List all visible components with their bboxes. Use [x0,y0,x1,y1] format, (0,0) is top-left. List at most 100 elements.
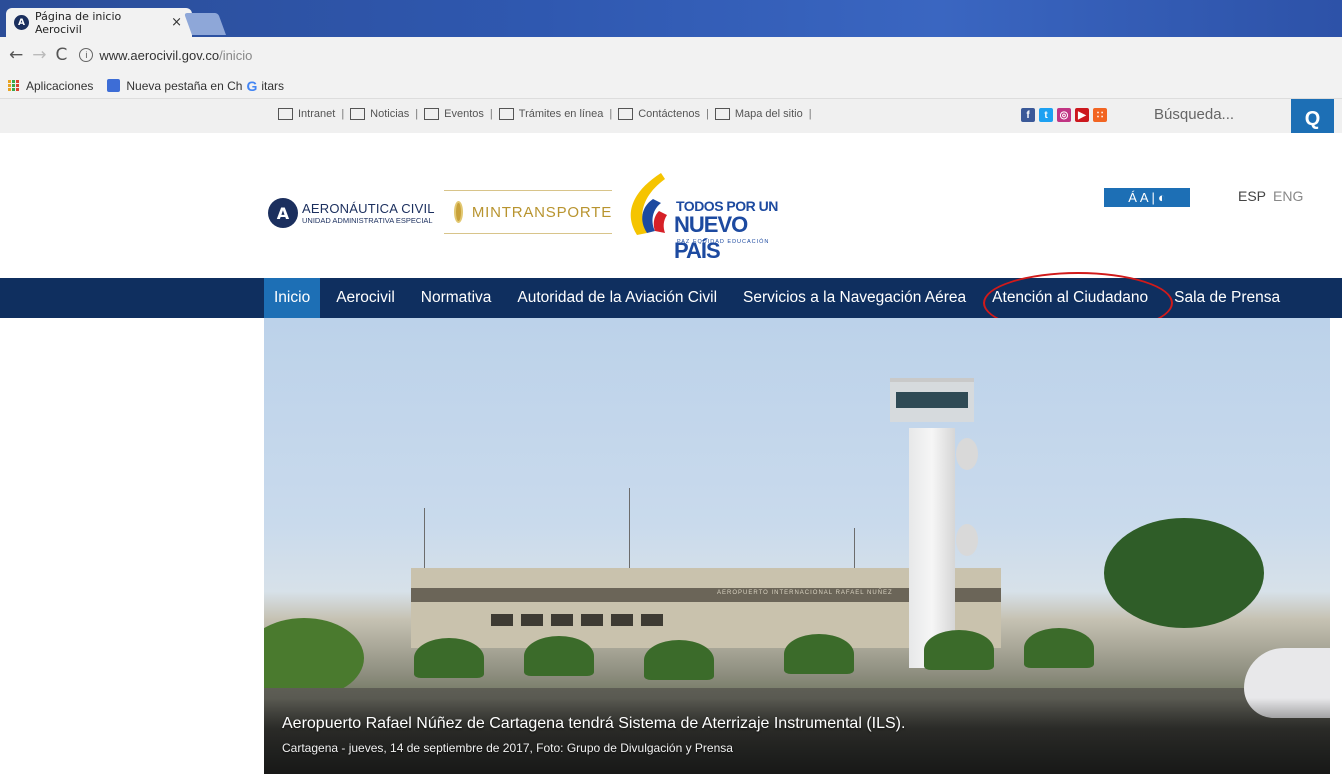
aerocivil-favicon-icon: A [14,15,29,30]
separator: | [808,108,812,120]
aerocivil-logo-title: AERONÁUTICA CIVIL [302,201,435,216]
separator: | [489,108,493,120]
search-input[interactable]: Búsqueda... [1150,99,1291,133]
aerocivil-logo-subtitle: UNIDAD ADMINISTRATIVA ESPECIAL [302,216,433,225]
new-tab-button[interactable] [183,13,227,35]
nav-item-aerocivil[interactable]: Aerocivil [326,278,405,318]
tab-title: Página de inicio Aerocivil [34,9,122,36]
forward-arrow-icon[interactable]: → [32,45,46,65]
colombia-seal-icon [454,201,463,223]
nav-item-normativa[interactable]: Normativa [411,278,502,318]
decrease-font-button[interactable]: A [1140,190,1149,205]
contrast-icon[interactable]: ◐ [1158,190,1166,205]
aerocivil-emblem-icon: A [268,198,298,228]
bookmark-label: Nueva pestaña en Ch [126,78,243,93]
separator: | [609,108,613,120]
tree [264,618,364,698]
site-info-icon[interactable]: i [79,48,94,62]
utility-link-label: Intranet [298,108,336,120]
tower-dish [956,524,978,556]
control-tower-cab [890,378,974,422]
hero-title[interactable]: Aeropuerto Rafael Núñez de Cartagena ten… [282,715,905,733]
separator: | [415,108,419,120]
caption-overlay [264,698,1330,774]
palm-tree [1024,628,1094,668]
utility-link-eventos[interactable]: Eventos [424,108,484,120]
utility-link-label: Noticias [370,108,410,120]
address-bar: ← → C i www.aerocivil.gov.co/inicio [0,37,1342,73]
building-window [491,614,513,626]
left-blank-pane [0,318,264,774]
news-icon [350,108,366,120]
palm-tree [644,640,714,680]
building-window [581,614,603,626]
tower-dish [956,438,978,470]
hero-slide[interactable]: AEROPUERTO INTERNACIONAL RAFAEL NUÑEZ Ae… [264,318,1330,774]
bookmark-label: itars [261,78,285,93]
back-arrow-icon[interactable]: ← [9,45,23,65]
apps-grid-icon [8,79,20,92]
aerocivil-logo[interactable]: A AERONÁUTICA CIVIL UNIDAD ADMINISTRATIV… [268,198,435,228]
browser-tab[interactable]: A Página de inicio Aerocivil × [6,8,192,37]
lang-esp-link[interactable]: ESP [1238,188,1266,204]
bookmarks-bar: Aplicaciones Nueva pestaña en Ch G itars [0,73,1342,99]
palm-tree [524,636,594,676]
google-icon: G [246,77,258,94]
accessibility-controls: Á A | ◐ [1104,188,1190,207]
palm-tree [784,634,854,674]
tpp-line2: NUEVO PAÍS [674,212,748,263]
bookmark-google[interactable]: G itars [246,78,284,94]
separator: | [1151,190,1155,205]
utility-links: Intranet | Noticias | Eventos | Trámites… [278,108,818,120]
bookmark-label: Aplicaciones [26,78,94,93]
nav-item-inicio[interactable]: Inicio [264,278,321,318]
browser-tab-bar: A Página de inicio Aerocivil × [0,0,1342,37]
nav-item-autoridad[interactable]: Autoridad de la Aviación Civil [507,278,727,318]
mintransporte-label: MINTRANSPORTE [471,203,612,221]
building-window [521,614,543,626]
reload-icon[interactable]: C [56,45,68,65]
url-field[interactable]: i www.aerocivil.gov.co/inicio [79,48,252,63]
bookmark-apps[interactable]: Aplicaciones [8,79,93,93]
building-sign: AEROPUERTO INTERNACIONAL RAFAEL NUÑEZ [717,590,893,596]
palm-tree [924,630,994,670]
url-host: www.aerocivil.gov.co [99,47,220,63]
utility-link-label: Mapa del sitio [734,108,803,120]
nav-item-servicios[interactable]: Servicios a la Navegación Aérea [733,278,976,318]
language-switcher: ESP ENG [1238,188,1303,204]
increase-font-button[interactable]: Á [1128,190,1137,205]
utility-link-mapa[interactable]: Mapa del sitio [714,108,803,120]
calendar-icon [424,108,440,120]
separator: | [705,108,709,120]
utility-link-label: Trámites en línea [518,108,604,120]
mintransporte-logo[interactable]: MINTRANSPORTE [444,190,612,234]
lang-eng-link[interactable]: ENG [1273,188,1303,204]
bookmark-new-tab[interactable]: Nueva pestaña en Ch [107,79,242,93]
url-path: /inicio [219,47,253,63]
sitemap-icon [714,108,730,120]
utility-link-label: Eventos [444,108,484,120]
building-window [641,614,663,626]
utility-link-contactenos[interactable]: Contáctenos [618,108,700,120]
palm-tree [414,638,484,678]
instagram-icon[interactable]: ◎ [1057,108,1071,122]
utility-link-intranet[interactable]: Intranet [278,108,335,120]
hero-subtitle: Cartagena - jueves, 14 de septiembre de … [282,741,733,755]
todos-por-un-nuevo-pais-logo: TODOS POR UN NUEVO PAÍS PAZ EQUIDAD EDUC… [623,173,793,263]
right-blank-strip [1330,318,1342,774]
monitor-icon [498,108,514,120]
intranet-icon [278,108,293,120]
utility-bar: Intranet | Noticias | Eventos | Trámites… [0,99,1342,139]
building-window [611,614,633,626]
youtube-icon[interactable]: ▶ [1075,108,1089,122]
utility-link-label: Contáctenos [638,108,700,120]
utility-link-tramites[interactable]: Trámites en línea [498,108,604,120]
tower-glass [896,392,968,408]
nav-item-sala-prensa[interactable]: Sala de Prensa [1164,278,1290,318]
twitter-icon[interactable]: t [1039,108,1053,122]
tpp-line3: PAZ EQUIDAD EDUCACIÓN [677,239,770,245]
tab-close-icon[interactable]: × [171,15,182,30]
utility-link-noticias[interactable]: Noticias [350,108,409,120]
rss-icon[interactable]: ∷ [1093,108,1107,122]
facebook-icon[interactable]: f [1021,108,1035,122]
